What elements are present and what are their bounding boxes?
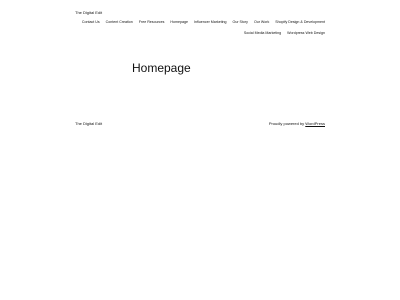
nav-link-influencer-marketing[interactable]: Influencer Marketing — [194, 20, 227, 24]
footer-credit: Proudly powered by WordPress — [269, 121, 325, 126]
footer-site-title-link[interactable]: The Digital Edit — [75, 121, 102, 126]
nav-link-social-media-marketing[interactable]: Social Media Marketing — [244, 31, 281, 35]
nav-link-shopify-design[interactable]: Shopify Design & Development — [275, 20, 325, 24]
nav-link-our-work[interactable]: Our Work — [254, 20, 269, 24]
nav-link-wordpress-web-design[interactable]: Wordpress Web Design — [287, 31, 325, 35]
nav-link-contact-us[interactable]: Contact Us — [82, 20, 100, 24]
page-title: Homepage — [132, 61, 191, 75]
wordpress-link[interactable]: WordPress — [305, 121, 325, 126]
nav-link-our-story[interactable]: Our Story — [233, 20, 248, 24]
nav-link-homepage[interactable]: Homepage — [170, 20, 188, 24]
nav-row-primary: Contact Us Content Creation Free Resourc… — [82, 20, 325, 24]
nav-link-content-creation[interactable]: Content Creation — [106, 20, 133, 24]
site-title-link[interactable]: The Digital Edit — [75, 10, 102, 15]
nav-row-secondary: Social Media Marketing Wordpress Web Des… — [244, 31, 325, 35]
footer-credit-text: Proudly powered by — [268, 121, 306, 126]
nav-link-free-resources[interactable]: Free Resources — [139, 20, 165, 24]
